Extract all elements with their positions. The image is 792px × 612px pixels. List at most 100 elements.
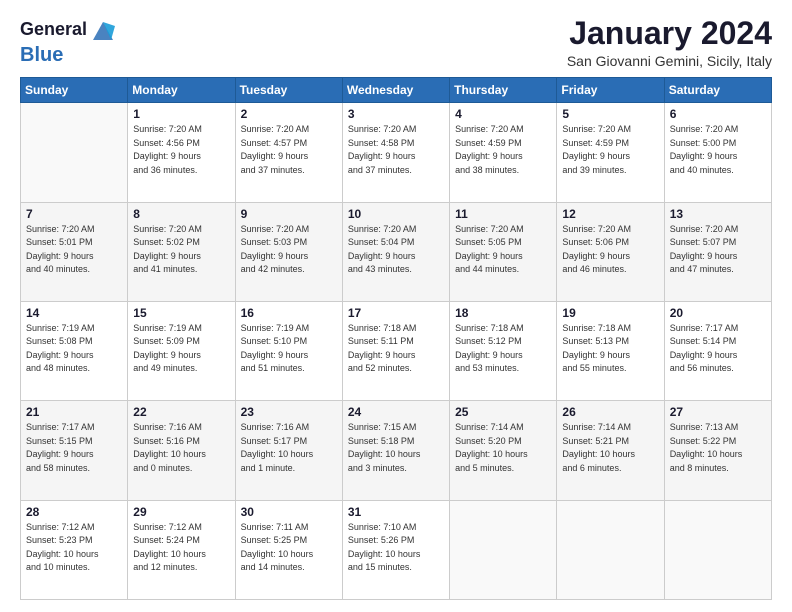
calendar-cell: 13Sunrise: 7:20 AM Sunset: 5:07 PM Dayli… (664, 202, 771, 301)
location: San Giovanni Gemini, Sicily, Italy (567, 53, 772, 69)
calendar-cell: 18 Sunrise: 7:18 AM Sunset: 5:12 PM Dayli… (450, 301, 557, 400)
weekday-header-friday: Friday (557, 78, 664, 103)
day-number: 30 (241, 505, 337, 519)
day-info: Sunrise: 7:20 AM Sunset: 4:56 PM Dayligh… (133, 123, 229, 177)
day-number: 18 (455, 306, 551, 320)
calendar-cell: 26 Sunrise: 7:14 AM Sunset: 5:21 PM Dayli… (557, 401, 664, 500)
day-info: Sunrise: 7:13 AM Sunset: 5:22 PM Dayligh… (670, 421, 766, 475)
day-info: Sunrise: 7:18 AM Sunset: 5:11 PM Dayligh… (348, 322, 444, 376)
day-number: 6 (670, 107, 766, 121)
calendar-week-row: 7 Sunrise: 7:20 AM Sunset: 5:01 PM Daylig… (21, 202, 772, 301)
calendar-cell: 15Sunrise: 7:19 AM Sunset: 5:09 PM Dayli… (128, 301, 235, 400)
day-info: Sunrise: 7:12 AM Sunset: 5:23 PM Dayligh… (26, 521, 122, 575)
calendar-cell: 8Sunrise: 7:20 AM Sunset: 5:02 PM Daylig… (128, 202, 235, 301)
day-number: 3 (348, 107, 444, 121)
calendar-cell: 25Sunrise: 7:14 AM Sunset: 5:20 PM Dayli… (450, 401, 557, 500)
calendar-cell (557, 500, 664, 599)
header: General Blue January 2024 San Giovanni G… (20, 16, 772, 69)
day-info: Sunrise: 7:16 AM Sunset: 5:16 PM Dayligh… (133, 421, 229, 475)
logo-text-blue: Blue (20, 44, 63, 66)
calendar-cell: 31Sunrise: 7:10 AM Sunset: 5:26 PM Dayli… (342, 500, 449, 599)
day-number: 9 (241, 207, 337, 221)
calendar-cell: 2 Sunrise: 7:20 AM Sunset: 4:57 PM Daylig… (235, 103, 342, 202)
calendar-cell: 12 Sunrise: 7:20 AM Sunset: 5:06 PM Dayli… (557, 202, 664, 301)
day-info: Sunrise: 7:20 AM Sunset: 5:05 PM Dayligh… (455, 223, 551, 277)
calendar-cell: 24Sunrise: 7:15 AM Sunset: 5:18 PM Dayli… (342, 401, 449, 500)
calendar-cell: 5Sunrise: 7:20 AM Sunset: 4:59 PM Daylig… (557, 103, 664, 202)
calendar-cell: 23 Sunrise: 7:16 AM Sunset: 5:17 PM Dayli… (235, 401, 342, 500)
title-block: January 2024 San Giovanni Gemini, Sicily… (567, 16, 772, 69)
day-number: 24 (348, 405, 444, 419)
calendar-cell (450, 500, 557, 599)
calendar-cell: 16 Sunrise: 7:19 AM Sunset: 5:10 PM Dayli… (235, 301, 342, 400)
calendar-cell: 7 Sunrise: 7:20 AM Sunset: 5:01 PM Daylig… (21, 202, 128, 301)
day-info: Sunrise: 7:11 AM Sunset: 5:25 PM Dayligh… (241, 521, 337, 575)
calendar-week-row: 14 Sunrise: 7:19 AM Sunset: 5:08 PM Dayli… (21, 301, 772, 400)
day-number: 26 (562, 405, 658, 419)
weekday-header-saturday: Saturday (664, 78, 771, 103)
day-info: Sunrise: 7:18 AM Sunset: 5:12 PM Dayligh… (455, 322, 551, 376)
day-number: 14 (26, 306, 122, 320)
day-info: Sunrise: 7:10 AM Sunset: 5:26 PM Dayligh… (348, 521, 444, 575)
page: General Blue January 2024 San Giovanni G… (0, 0, 792, 612)
calendar-cell: 20Sunrise: 7:17 AM Sunset: 5:14 PM Dayli… (664, 301, 771, 400)
calendar-cell: 9 Sunrise: 7:20 AM Sunset: 5:03 PM Daylig… (235, 202, 342, 301)
day-number: 1 (133, 107, 229, 121)
day-number: 17 (348, 306, 444, 320)
day-info: Sunrise: 7:20 AM Sunset: 4:57 PM Dayligh… (241, 123, 337, 177)
calendar-cell: 1 Sunrise: 7:20 AM Sunset: 4:56 PM Daylig… (128, 103, 235, 202)
day-number: 2 (241, 107, 337, 121)
day-info: Sunrise: 7:20 AM Sunset: 5:01 PM Dayligh… (26, 223, 122, 277)
day-number: 12 (562, 207, 658, 221)
day-number: 16 (241, 306, 337, 320)
calendar-cell: 19Sunrise: 7:18 AM Sunset: 5:13 PM Dayli… (557, 301, 664, 400)
calendar-cell: 14 Sunrise: 7:19 AM Sunset: 5:08 PM Dayli… (21, 301, 128, 400)
weekday-header-tuesday: Tuesday (235, 78, 342, 103)
day-number: 22 (133, 405, 229, 419)
day-info: Sunrise: 7:20 AM Sunset: 5:03 PM Dayligh… (241, 223, 337, 277)
weekday-header-monday: Monday (128, 78, 235, 103)
calendar-cell (664, 500, 771, 599)
day-info: Sunrise: 7:14 AM Sunset: 5:21 PM Dayligh… (562, 421, 658, 475)
day-info: Sunrise: 7:14 AM Sunset: 5:20 PM Dayligh… (455, 421, 551, 475)
day-number: 29 (133, 505, 229, 519)
calendar-cell: 27 Sunrise: 7:13 AM Sunset: 5:22 PM Dayli… (664, 401, 771, 500)
day-info: Sunrise: 7:19 AM Sunset: 5:08 PM Dayligh… (26, 322, 122, 376)
day-number: 21 (26, 405, 122, 419)
day-info: Sunrise: 7:20 AM Sunset: 5:07 PM Dayligh… (670, 223, 766, 277)
calendar-cell: 6Sunrise: 7:20 AM Sunset: 5:00 PM Daylig… (664, 103, 771, 202)
calendar-cell: 22 Sunrise: 7:16 AM Sunset: 5:16 PM Dayli… (128, 401, 235, 500)
day-number: 15 (133, 306, 229, 320)
day-info: Sunrise: 7:19 AM Sunset: 5:10 PM Dayligh… (241, 322, 337, 376)
day-info: Sunrise: 7:20 AM Sunset: 5:06 PM Dayligh… (562, 223, 658, 277)
day-info: Sunrise: 7:17 AM Sunset: 5:15 PM Dayligh… (26, 421, 122, 475)
day-info: Sunrise: 7:20 AM Sunset: 4:59 PM Dayligh… (455, 123, 551, 177)
calendar-cell (21, 103, 128, 202)
calendar-table: SundayMondayTuesdayWednesdayThursdayFrid… (20, 77, 772, 600)
day-info: Sunrise: 7:20 AM Sunset: 5:02 PM Dayligh… (133, 223, 229, 277)
day-info: Sunrise: 7:16 AM Sunset: 5:17 PM Dayligh… (241, 421, 337, 475)
day-number: 7 (26, 207, 122, 221)
day-number: 28 (26, 505, 122, 519)
weekday-header-sunday: Sunday (21, 78, 128, 103)
day-number: 4 (455, 107, 551, 121)
calendar-cell: 29 Sunrise: 7:12 AM Sunset: 5:24 PM Dayli… (128, 500, 235, 599)
day-number: 23 (241, 405, 337, 419)
weekday-header-thursday: Thursday (450, 78, 557, 103)
calendar-week-row: 28 Sunrise: 7:12 AM Sunset: 5:23 PM Dayli… (21, 500, 772, 599)
day-number: 10 (348, 207, 444, 221)
day-number: 27 (670, 405, 766, 419)
day-info: Sunrise: 7:20 AM Sunset: 5:04 PM Dayligh… (348, 223, 444, 277)
day-number: 5 (562, 107, 658, 121)
calendar-week-row: 1 Sunrise: 7:20 AM Sunset: 4:56 PM Daylig… (21, 103, 772, 202)
calendar-cell: 28 Sunrise: 7:12 AM Sunset: 5:23 PM Dayli… (21, 500, 128, 599)
logo-text-general: General (20, 20, 87, 40)
logo: General Blue (20, 16, 117, 66)
day-info: Sunrise: 7:12 AM Sunset: 5:24 PM Dayligh… (133, 521, 229, 575)
calendar-cell: 4 Sunrise: 7:20 AM Sunset: 4:59 PM Daylig… (450, 103, 557, 202)
calendar-cell: 21 Sunrise: 7:17 AM Sunset: 5:15 PM Dayli… (21, 401, 128, 500)
calendar-cell: 17 Sunrise: 7:18 AM Sunset: 5:11 PM Dayli… (342, 301, 449, 400)
logo-icon (89, 16, 117, 44)
calendar-cell: 10 Sunrise: 7:20 AM Sunset: 5:04 PM Dayli… (342, 202, 449, 301)
day-number: 20 (670, 306, 766, 320)
